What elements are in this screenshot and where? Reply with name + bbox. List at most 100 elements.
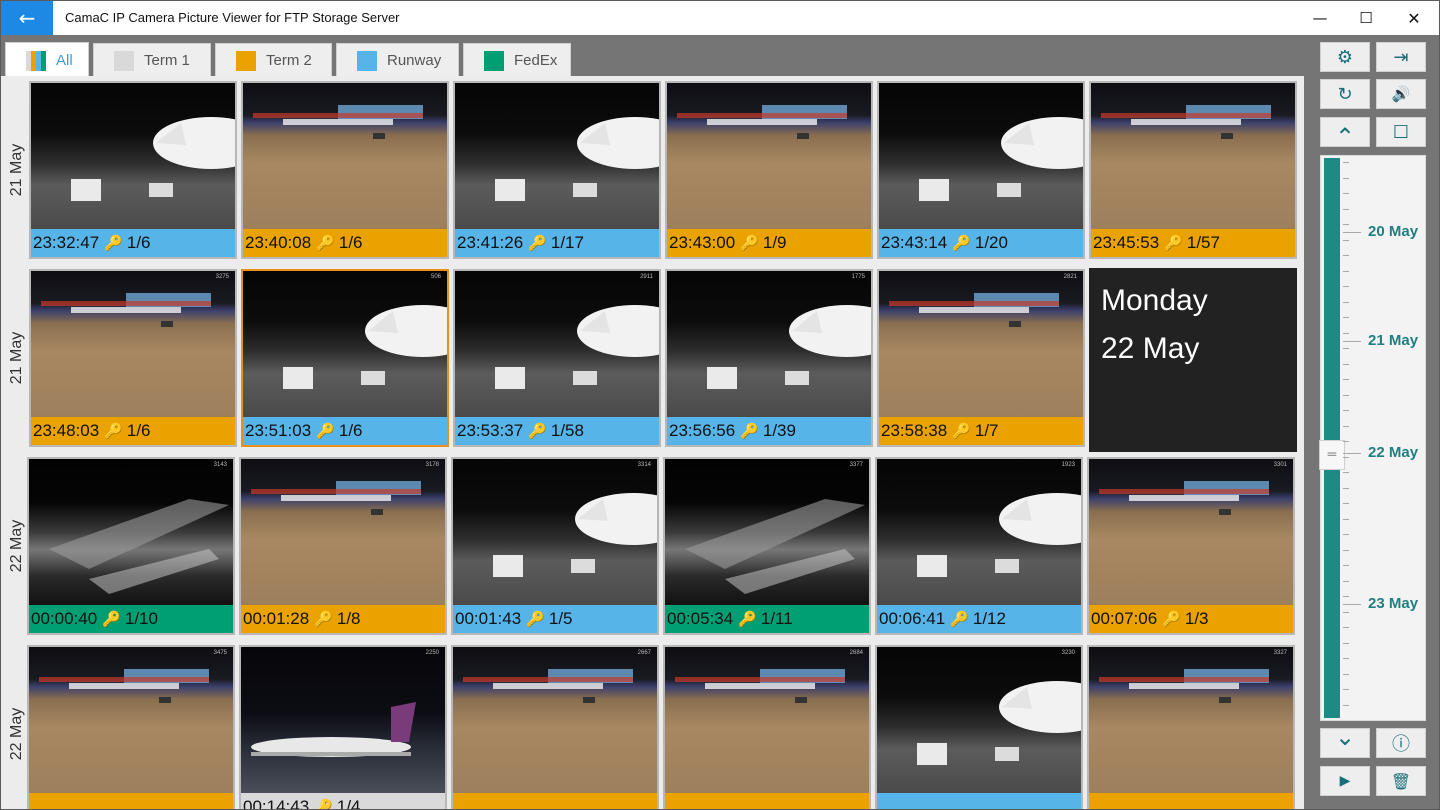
picture-tile[interactable]: 23:43:14 🔑 1/20 [877,81,1085,259]
picture-tile[interactable]: 1923 00:06:41 🔑 1/12 [875,457,1083,635]
scroll-down-button[interactable]: ⌄ [1320,723,1370,758]
picture-tile[interactable]: 23:32:47 🔑 1/6 [29,81,237,259]
key-icon: 🔑 [102,610,121,628]
key-icon: 🔑 [314,798,333,810]
exit-icon: ⇥ [1393,46,1409,68]
tab-label: Term 1 [144,52,190,69]
camera-picture [879,83,1083,229]
history-button[interactable]: ↻ [1320,79,1370,109]
camera-picture: 3327 [1089,647,1293,793]
info-button[interactable]: ⓘ [1376,728,1426,758]
picture-tile[interactable]: 1775 23:56:56 🔑 1/39 [665,269,873,447]
scroll-up-button[interactable]: ⌃ [1320,117,1370,151]
minimize-button[interactable]: — [1297,1,1343,35]
picture-tile[interactable]: 23:40:08 🔑 1/6 [241,81,449,259]
picture-count: 1/5 [548,609,573,628]
picture-count: 1/8 [336,609,361,628]
settings-button[interactable]: ⚙ [1320,42,1370,72]
picture-tile[interactable]: 3475 [27,645,235,809]
timeline-tick [1343,333,1349,334]
timeline-date-label[interactable]: 22 May [1368,444,1418,461]
picture-tile[interactable]: 23:43:00 🔑 1/9 [665,81,873,259]
picture-caption: 00:06:41 🔑 1/12 [877,605,1081,633]
picture-tile[interactable]: 3230 [875,645,1083,809]
picture-tile[interactable]: 2250 00:14:43 🔑 1/4 [239,645,447,810]
picture-count: 1/11 [760,609,793,628]
picture-caption: 23:58:38 🔑 1/7 [879,417,1083,445]
picture-tile[interactable]: 3143 00:00:40 🔑 1/10 [27,457,235,635]
timeline-tick [1343,379,1349,380]
picture-tile[interactable]: 3327 [1087,645,1295,809]
timeline-date-label[interactable]: 21 May [1368,332,1418,349]
delete-button[interactable]: 🗑 [1376,766,1426,796]
back-arrow-icon: ← [18,6,36,30]
picture-tile[interactable]: 2684 [663,645,871,809]
tab-fedex[interactable]: FedEx [463,43,571,77]
play-button[interactable]: ▶ [1320,766,1370,796]
camera-picture: 3377 [665,459,869,605]
picture-tile[interactable]: 23:45:53 🔑 1/57 [1089,81,1297,259]
picture-caption [29,793,233,809]
close-button[interactable]: ✕ [1391,1,1437,35]
key-icon: 🔑 [526,610,545,628]
timeline-tick [1343,612,1349,613]
timeline-track[interactable]: ═ [1319,158,1345,718]
picture-tile[interactable]: 3178 00:01:28 🔑 1/8 [239,457,447,635]
tab-all[interactable]: All [5,42,89,78]
picture-count: 1/6 [126,421,151,440]
timeline-tick [1343,255,1349,256]
exit-button[interactable]: ⇥ [1376,42,1426,72]
key-icon: 🔑 [952,234,971,252]
picture-count: 1/39 [762,421,796,440]
timeline-date-label[interactable]: 20 May [1368,223,1418,240]
picture-number: 3327 [1273,650,1287,656]
picture-number: 3301 [1273,462,1287,468]
picture-count: 1/6 [338,233,363,252]
grip-icon: ═ [1327,447,1337,463]
date-timeline[interactable]: ═ 20 May 21 May 22 May 23 May [1319,155,1426,721]
maximize-button[interactable]: ☐ [1343,1,1389,35]
timeline-tick [1343,240,1349,241]
tab-term-2[interactable]: Term 2 [215,43,332,77]
picture-tile[interactable]: 2821 23:58:38 🔑 1/7 [877,269,1085,447]
day-label: 21 May [5,78,29,262]
key-icon: 🔑 [952,422,971,440]
picture-caption [665,793,869,809]
picture-tile[interactable]: 2911 23:53:37 🔑 1/58 [453,269,661,447]
timeline-tick [1343,224,1349,225]
picture-tile[interactable]: 506 23:51:03 🔑 1/6 [241,269,449,447]
timeline-tick [1343,550,1349,551]
picture-number: 2911 [640,274,653,280]
timeline-date-label[interactable]: 23 May [1368,595,1418,612]
key-icon: 🔑 [104,422,123,440]
back-button[interactable]: ← [1,1,53,35]
picture-tile[interactable]: 2667 [451,645,659,809]
picture-caption [877,793,1081,809]
timeline-tick [1343,178,1349,179]
timeline-tick [1343,658,1349,659]
picture-caption: 23:43:14 🔑 1/20 [879,229,1083,257]
camera-picture: 3275 [31,271,235,417]
fullscreen-button[interactable]: ☐ [1376,117,1426,147]
timeline-tick [1343,209,1349,210]
picture-caption: 00:14:43 🔑 1/4 [241,793,445,810]
picture-caption: 23:43:00 🔑 1/9 [667,229,871,257]
picture-tile[interactable]: 3314 00:01:43 🔑 1/5 [451,457,659,635]
play-icon: ▶ [1339,773,1351,789]
picture-tile[interactable]: 3275 23:48:03 🔑 1/6 [29,269,237,447]
tab-runway[interactable]: Runway [336,43,459,77]
volume-button[interactable]: 🔊 [1376,79,1426,109]
title-bar: ← CamaC IP Camera Picture Viewer for FTP… [1,1,1439,35]
day-label: 22 May [5,454,29,638]
picture-count: 1/12 [972,609,1006,628]
picture-tile[interactable]: 3377 00:05:34 🔑 1/11 [663,457,871,635]
timeline-tick [1343,488,1349,489]
camera-picture: 2250 [241,647,445,793]
picture-count: 1/20 [974,233,1008,252]
tab-term-1[interactable]: Term 1 [93,43,211,77]
picture-tile[interactable]: 23:41:26 🔑 1/17 [453,81,661,259]
picture-tile[interactable]: 3301 00:07:06 🔑 1/3 [1087,457,1295,635]
timeline-tick [1343,472,1349,473]
timeline-thumb[interactable]: ═ [1319,440,1345,470]
tab-label: All [56,52,73,69]
